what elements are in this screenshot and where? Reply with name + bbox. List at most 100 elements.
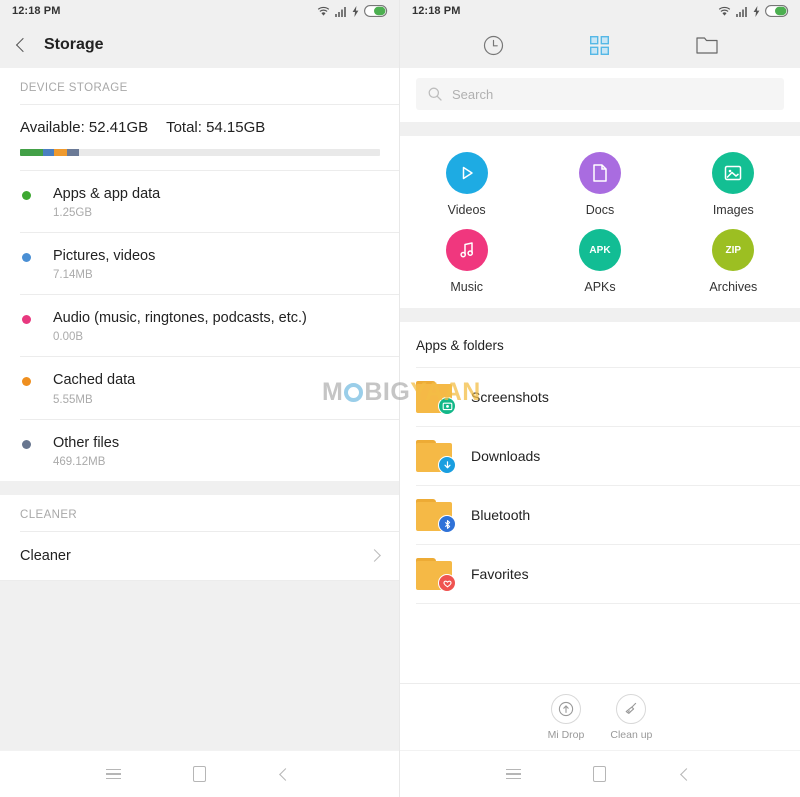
left-empty-area	[0, 580, 399, 750]
folder-row[interactable]: Downloads	[400, 427, 800, 485]
storage-title-bar: Storage	[0, 22, 399, 68]
recent-tab[interactable]	[470, 22, 516, 68]
storage-available: Available: 52.41GB	[20, 119, 149, 136]
tool-mi-drop[interactable]: Mi Drop	[547, 694, 585, 741]
status-time: 12:18 PM	[412, 5, 461, 17]
folder-name: Favorites	[471, 566, 529, 582]
image-icon	[712, 152, 755, 194]
category-name: Audio (music, ringtones, podcasts, etc.)	[53, 310, 307, 327]
bluetooth-badge-icon	[438, 515, 456, 533]
right-status-bar: 12:18 PM	[400, 0, 800, 22]
right-navigation-bar	[400, 750, 800, 797]
home-icon[interactable]	[179, 754, 219, 794]
menu-icon[interactable]	[493, 754, 533, 794]
category-color-dot	[22, 439, 31, 449]
search-input[interactable]: Search	[416, 78, 784, 110]
file-category-images[interactable]: Images	[667, 152, 800, 217]
file-category-label: APKs	[584, 280, 616, 294]
back-icon[interactable]	[266, 754, 306, 794]
folder-name: Bluetooth	[471, 507, 531, 523]
document-icon	[578, 152, 621, 194]
storage-category-row[interactable]: Apps & app data 1.25GB	[0, 171, 399, 233]
charging-bolt-icon	[753, 5, 760, 17]
storage-category-row[interactable]: Audio (music, ringtones, podcasts, etc.)…	[0, 295, 399, 357]
cleaner-row[interactable]: Cleaner	[0, 531, 399, 580]
file-category-label: Images	[712, 203, 754, 217]
file-category-label: Music	[450, 280, 483, 294]
section-header-device-storage: DEVICE STORAGE	[0, 68, 399, 104]
folder-row[interactable]: Favorites	[400, 545, 800, 603]
tool-label: Clean up	[610, 729, 653, 741]
tool-label: Mi Drop	[547, 729, 585, 741]
download-badge-icon	[438, 456, 456, 474]
menu-icon[interactable]	[93, 754, 133, 794]
category-size: 5.55MB	[53, 393, 93, 406]
folder-icon	[416, 558, 456, 592]
folder-name: Screenshots	[471, 389, 549, 405]
category-size: 469.12MB	[53, 455, 106, 468]
battery-icon	[765, 5, 789, 17]
storage-total: Total: 54.15GB	[166, 119, 266, 136]
storage-category-list: Apps & app data 1.25GB Pictures, videos 7.1…	[0, 171, 399, 481]
section-gap	[400, 122, 800, 136]
file-manager-tab-bar	[400, 22, 800, 68]
storage-bar-segment-3	[66, 149, 80, 156]
storage-usage-bar	[20, 149, 380, 156]
folder-row[interactable]: Bluetooth	[400, 486, 800, 544]
signal-icon	[736, 6, 747, 17]
zip-icon: ZIP	[712, 229, 755, 271]
mobigyaan-watermark: M BIG YAAN	[322, 378, 481, 407]
wifi-icon	[718, 6, 731, 16]
storage-category-row[interactable]: Pictures, videos 7.14MB	[0, 233, 399, 295]
clock-icon	[483, 35, 503, 55]
file-category-music[interactable]: Music	[400, 229, 533, 294]
back-icon[interactable]	[667, 754, 707, 794]
home-icon[interactable]	[580, 754, 620, 794]
category-size: 0.00B	[53, 331, 84, 344]
category-color-dot	[22, 191, 31, 200]
battery-icon	[364, 5, 388, 17]
file-category-label: Videos	[447, 203, 486, 217]
file-category-videos[interactable]: Videos	[400, 152, 533, 217]
chevron-right-icon	[368, 549, 381, 562]
storage-bar-segment-1	[43, 149, 55, 156]
file-category-apks[interactable]: APK APKs	[533, 229, 666, 294]
folder-icon	[416, 440, 456, 474]
storage-bar-segment-0	[20, 149, 44, 156]
back-chevron-icon[interactable]	[15, 37, 31, 53]
search-area: Search	[400, 68, 800, 122]
file-category-grid: Videos Docs Images Music APK APKs ZIP Archives	[400, 136, 800, 308]
categories-tab[interactable]	[577, 22, 623, 68]
watermark-text-3: YAAN	[410, 378, 481, 406]
category-name: Pictures, videos	[53, 248, 156, 265]
apps-folders-heading: Apps & folders	[400, 322, 800, 367]
category-size: 7.14MB	[53, 269, 93, 282]
storage-category-row[interactable]: Other files 469.12MB	[0, 419, 399, 481]
status-icon-group	[718, 5, 790, 17]
file-category-archives[interactable]: ZIP Archives	[667, 229, 800, 294]
tool-clean-up[interactable]: Clean up	[610, 694, 652, 741]
file-category-docs[interactable]: Docs	[533, 152, 666, 217]
section-header-cleaner: CLEANER	[0, 494, 399, 531]
folder-icon	[416, 499, 456, 533]
right-empty-area	[400, 604, 800, 683]
play-icon	[445, 152, 488, 194]
watermark-text-1: M	[322, 378, 344, 406]
category-name: Cached data	[53, 372, 136, 389]
folder-icon	[696, 36, 718, 54]
section-gap	[400, 308, 800, 322]
category-color-dot	[22, 315, 31, 325]
category-name: Other files	[53, 434, 120, 451]
search-icon	[428, 87, 442, 101]
category-size: 1.25GB	[53, 207, 92, 220]
watermark-o-ring	[344, 383, 364, 402]
left-status-bar: 12:18 PM	[0, 0, 399, 22]
bottom-tool-bar: Mi Drop Clean up	[400, 683, 800, 750]
page-title: Storage	[44, 36, 104, 53]
apk-icon: APK	[578, 229, 621, 271]
file-category-label: Archives	[709, 280, 758, 294]
grid-icon	[590, 35, 610, 55]
folders-tab[interactable]	[684, 22, 730, 68]
category-color-dot	[22, 253, 31, 263]
storage-bar-segment-2	[54, 149, 67, 156]
